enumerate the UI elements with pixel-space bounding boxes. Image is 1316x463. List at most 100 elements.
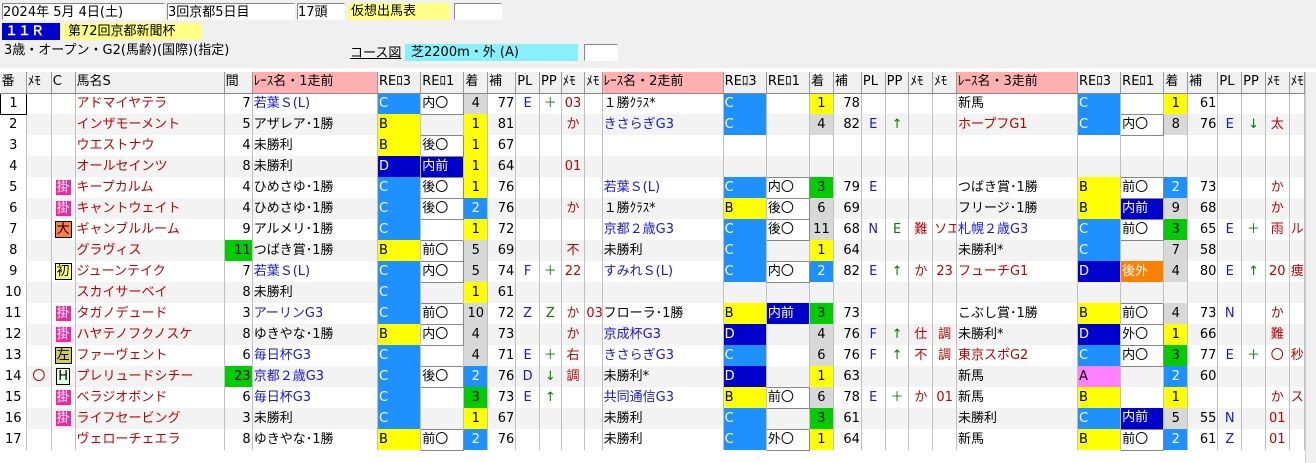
column-header[interactable]: ﾒﾓ (1289, 72, 1306, 94)
column-header[interactable]: 間 (224, 72, 253, 94)
memo-2 (932, 429, 957, 450)
pp-mark (1241, 240, 1266, 261)
finish-position: 4 (1163, 261, 1189, 282)
column-header[interactable]: PP (1241, 72, 1266, 94)
horse-number: 14 (0, 366, 27, 387)
pp-mark (1241, 366, 1266, 387)
tag-badge-label: 掛 (55, 200, 71, 216)
column-header[interactable]: PL (515, 72, 541, 94)
tag-badge (51, 429, 76, 450)
memo-1: 20 (1265, 261, 1290, 282)
speed-index: 64 (487, 156, 517, 177)
horse-row[interactable]: 5 掛キープカルム 4 ひめさゆ･1勝 C 後〇 1 76 若葉Ｓ(L) C 内〇 3 79 E つばき賞･… (0, 176, 1306, 199)
blank-field[interactable] (454, 3, 502, 20)
memo-1: か (908, 387, 934, 408)
finish-position: 2 (1163, 366, 1189, 387)
horse-row[interactable]: 17 ヴェローチェエラ 8 ゆきやな･1勝 B 前〇 2 76 未勝利 C 外〇 1 64 新馬 B 前〇 2 6… (0, 428, 1306, 451)
horse-row[interactable]: 8 グラヴィス 11 つばき賞･1勝 B 前〇 5 69 不未勝利 C 1 64 未勝利* C 7 58 (0, 239, 1306, 262)
memo-mark (26, 219, 52, 240)
horse-row[interactable]: 12 掛ハヤテノフクノスケ 8 ゆきやな･1勝 B 内〇 4 73 か京成杯G3 D 4 76 F ↑ 仕調… (0, 323, 1306, 346)
column-header[interactable]: 着 (1163, 72, 1189, 94)
column-header[interactable]: REﾛ1 (766, 72, 811, 94)
tag-badge-label: 掛 (55, 305, 71, 321)
column-header[interactable]: ﾚｰｽ名・1走前 (252, 72, 379, 94)
blank-field-2[interactable] (584, 44, 618, 61)
finish-position: 1 (1163, 387, 1189, 408)
column-header[interactable]: REﾛ3 (1077, 72, 1122, 94)
column-header[interactable]: REﾛ1 (420, 72, 465, 94)
memo-1: 03 (561, 93, 586, 114)
column-header[interactable]: ﾒﾓ (26, 72, 52, 94)
pp-mark (1241, 156, 1266, 177)
rank-r3: B (377, 114, 422, 135)
column-header[interactable]: PP (885, 72, 910, 94)
horse-row[interactable]: 7大ギャンブルルーム9アルメリ･1勝C172京都２歳G3C後〇1168NE難ソエ… (0, 218, 1306, 241)
horse-row[interactable]: 9 初ジューンテイク 7 若葉Ｓ(L) C 内〇 5 74 F ＋ 22 すみれＳ(L) C 内〇 2 82 E… (0, 260, 1306, 283)
course-info: 芝2200m・外 (A) (405, 44, 578, 61)
horse-row[interactable]: 11 掛タガノデュード 3 アーリンG3 C 前〇 10 72 Z Z か 03 フローラ･1勝 B 内前 3… (0, 302, 1306, 325)
column-header[interactable]: ﾚｰｽ名・2走前 (602, 72, 724, 94)
interval-weeks: 8 (224, 282, 253, 303)
column-header[interactable]: 着 (809, 72, 834, 94)
rank-r3: C (723, 114, 767, 135)
horse-row[interactable]: 2 インザモーメント 5 アザレア･1勝 B 1 81 かきさらぎG3 C 4 82 E ↑ ホープフG1… (0, 113, 1306, 136)
memo-1 (1265, 240, 1290, 261)
column-header[interactable]: C (51, 72, 76, 94)
speed-index: 82 (833, 114, 862, 135)
column-header[interactable]: PL (861, 72, 886, 94)
course-map-link[interactable]: コース図 (350, 45, 402, 62)
interval-weeks: 9 (224, 219, 253, 240)
column-header[interactable]: ﾒﾓ (908, 72, 934, 94)
column-header[interactable]: REﾛ1 (1120, 72, 1165, 94)
race-name-cell: 未勝利 (956, 408, 1078, 429)
column-header[interactable]: REﾛ3 (377, 72, 422, 94)
tag-badge: H (51, 366, 76, 387)
pl-mark (1217, 366, 1243, 387)
memo-2 (932, 408, 957, 429)
horse-row[interactable]: 1 アドマイヤテラ 7 若葉Ｓ(L) C 内〇 4 77 E ＋ 03 １勝ｸﾗｽ* C 1 78 新馬 C 1 6… (0, 92, 1306, 115)
horse-row[interactable]: 4 オールセインツ 8 未勝利 D 内前 1 64 01 (0, 156, 1306, 177)
horse-row[interactable]: 13 左ファーヴェント 6 毎日杯G3 C 4 71 E ＋右きさらぎG3 C 6 76 F ↑ 不調東京ス… (0, 344, 1306, 367)
pl-mark (1217, 198, 1243, 219)
column-header[interactable]: ﾒﾓ (561, 72, 586, 94)
speed-index: 76 (487, 198, 517, 219)
column-header[interactable]: 馬名S (75, 72, 225, 94)
column-header[interactable]: 番 (0, 72, 27, 94)
column-header[interactable]: ﾒﾓ (584, 72, 603, 94)
vertical-scrollbar[interactable] (1305, 72, 1316, 463)
column-header[interactable]: 補 (1187, 72, 1219, 94)
horse-name: グラヴィス (75, 240, 225, 261)
tag-badge (51, 93, 76, 114)
column-header[interactable]: 着 (463, 72, 489, 94)
column-header[interactable]: ﾒﾓ (1265, 72, 1290, 94)
memo-mark (26, 156, 52, 177)
column-header[interactable]: ﾒﾓ (932, 72, 957, 94)
horse-row[interactable]: 10 スカイサーベイ 8 未勝利 C 1 61 (0, 282, 1306, 303)
column-header[interactable]: 補 (833, 72, 862, 94)
pl-mark: N (1217, 303, 1243, 324)
pl-mark (861, 408, 886, 429)
column-header[interactable]: PL (1217, 72, 1243, 94)
speed-index: 66 (1187, 324, 1219, 345)
memo-2 (1289, 429, 1306, 450)
pp-mark (885, 135, 910, 156)
memo-1 (908, 198, 934, 219)
horse-row[interactable]: 6 掛キャントウェイト 4 ひめさゆ･1勝 C 後〇 2 76 か １勝ｸﾗｽ* B 後〇 6 69 フリー… (0, 197, 1306, 220)
column-header[interactable]: REﾛ3 (723, 72, 767, 94)
horse-row[interactable]: 16 掛ライフセービング 3 未勝利 C 1 67 未勝利 C 3 61 未勝利 C 内前 5 55 N 01 (0, 408, 1306, 429)
column-header[interactable]: PP (539, 72, 562, 94)
memo-2: 秒 (1289, 345, 1306, 366)
tag-badge: 左 (51, 345, 76, 366)
memo-2 (932, 114, 957, 135)
interval-weeks: 8 (224, 156, 253, 177)
tag-badge (51, 135, 76, 156)
position-r1: 後〇 (420, 176, 465, 199)
rank-r3: C (723, 93, 767, 114)
horse-row[interactable]: 3 ウエストナウ 4 未勝利 B 後〇 1 67 (0, 134, 1306, 157)
column-header[interactable]: 補 (487, 72, 517, 94)
pl-mark (861, 93, 886, 114)
position-r1 (766, 366, 811, 387)
horse-row[interactable]: 15 掛ベラジオボンド 6 毎日杯G3 C 3 73 E ↑ 共同通信G3 B 前〇 6 78 E ＋か 01 新… (0, 386, 1306, 409)
column-header[interactable]: ﾚｰｽ名・3走前 (956, 72, 1078, 94)
horse-row[interactable]: 14 〇 H プレリュードシチー 23 京都２歳G3 C 後〇 2 76 D ↓ 調未勝利* D 1 63 新馬… (0, 365, 1306, 388)
